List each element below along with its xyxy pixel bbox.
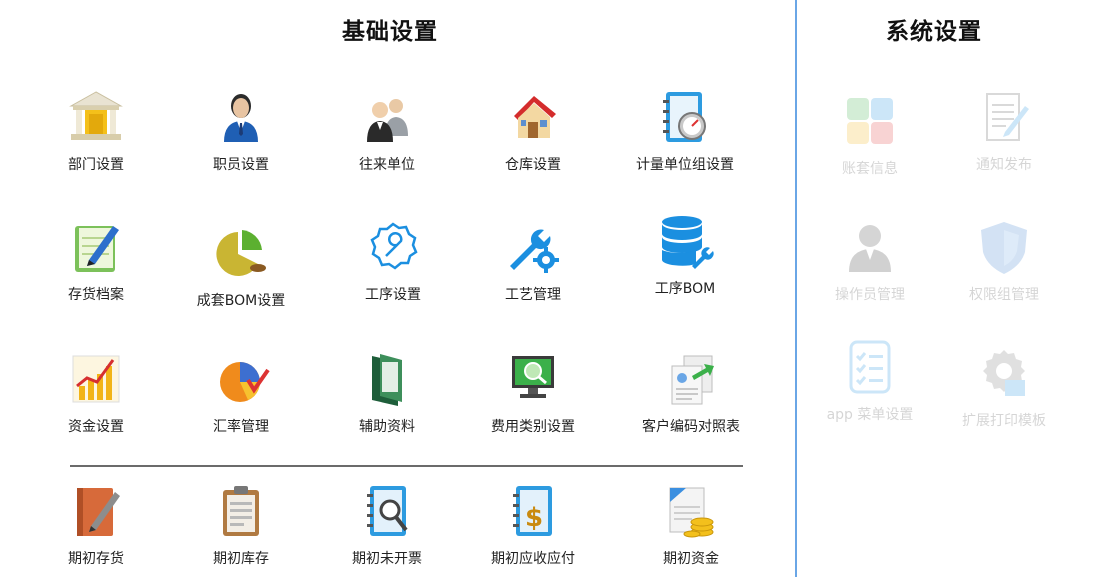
tile-opening-stock[interactable]: 期初存货 [26,482,166,568]
tile-label: 辅助资料 [359,419,415,435]
tile-business-partners[interactable]: 往来单位 [317,88,457,174]
tile-label: 仓库设置 [505,157,561,173]
horizontal-divider [70,465,743,467]
gear-icon [983,350,1025,396]
notepad-pencil-icon [986,93,1029,141]
tile-operator-management[interactable]: 操作员管理 [800,218,940,304]
tile-permission-group-management[interactable]: 权限组管理 [934,218,1074,304]
vertical-divider [795,0,797,577]
wrench-gear-icon [510,229,559,273]
shield-icon [981,222,1027,274]
tile-label: 工序设置 [365,287,421,303]
tile-employee-settings[interactable]: 职员设置 [171,88,311,174]
document-coins-icon [669,487,714,538]
tile-label: 计量单位组设置 [636,157,734,173]
tile-customer-code-mapping[interactable]: 客户编码对照表 [621,350,761,436]
tile-opening-inventory[interactable]: 期初库存 [171,482,311,568]
monitor-search-icon [512,356,554,398]
tile-process-settings[interactable]: 工序设置 [323,218,463,304]
tile-notice-publish[interactable]: 通知发布 [934,88,1074,174]
tile-expense-category-settings[interactable]: 费用类别设置 [463,350,603,436]
tile-app-menu-settings[interactable]: app 菜单设置 [800,338,940,424]
tile-opening-receivable-payable[interactable]: $ 期初应收应付 [463,482,603,568]
tile-label: 期初应收应付 [491,551,575,567]
tile-label: 操作员管理 [835,287,905,303]
tile-bom-kit-settings[interactable]: 成套BOM设置 [171,224,311,310]
tile-label: app 菜单设置 [826,407,914,423]
svg-text:$: $ [525,503,543,533]
tile-label: 期初资金 [663,551,719,567]
tile-label: 权限组管理 [969,287,1039,303]
tile-label: 期初存货 [68,551,124,567]
database-wrench-icon [662,216,714,269]
tile-label: 工序BOM [654,281,716,297]
document-pen-icon [75,226,119,272]
tile-opening-uninvoiced[interactable]: 期初未开票 [317,482,457,568]
tile-unit-group-settings[interactable]: 计量单位组设置 [615,88,755,174]
pie-chart-icon [216,230,266,276]
tile-process-management[interactable]: 工艺管理 [463,218,603,304]
tile-label: 部门设置 [68,157,124,173]
tile-label: 账套信息 [842,161,898,177]
tile-process-bom[interactable]: 工序BOM [615,212,755,298]
tile-warehouse-settings[interactable]: 仓库设置 [463,88,603,174]
notebook-pen-icon [77,488,120,536]
documents-arrow-icon [671,355,714,405]
tile-label: 通知发布 [976,157,1032,173]
tile-label: 费用类别设置 [491,419,575,435]
wrench-gear-outline-icon [370,222,418,270]
tile-label: 往来单位 [359,157,415,173]
pie-check-icon [220,362,270,402]
tile-exchange-rate-management[interactable]: 汇率管理 [171,350,311,436]
system-settings-title: 系统设置 [886,19,982,45]
tile-extended-print-template[interactable]: 扩展打印模板 [934,344,1074,430]
tile-label: 成套BOM设置 [196,293,286,309]
house-warehouse-icon [514,96,556,138]
settings-page: 基础设置 系统设置 部门设置 职员设置 往来单位 仓库设置 计量单位组设置 存货… [0,0,1100,577]
tile-label: 期初未开票 [352,551,422,567]
tile-account-info[interactable]: 账套信息 [800,92,940,178]
tile-label: 工艺管理 [505,287,561,303]
tile-label: 客户编码对照表 [642,419,740,435]
tile-label: 汇率管理 [213,419,269,435]
green-binder-icon [372,354,402,406]
business-people-icon [367,99,408,142]
tile-label: 职员设置 [213,157,269,173]
tile-department-settings[interactable]: 部门设置 [26,88,166,174]
notebook-magnifier-icon [367,486,408,536]
color-tiles-icon [847,98,893,144]
gauge-notebook-icon [663,92,706,142]
tile-opening-funds[interactable]: 期初资金 [621,482,761,568]
tile-label: 存货档案 [68,287,124,303]
tile-label: 资金设置 [68,419,124,435]
bank-building-icon [69,91,123,140]
employee-person-icon [224,94,258,142]
tile-auxiliary-data[interactable]: 辅助资料 [317,350,457,436]
tile-inventory-archive[interactable]: 存货档案 [26,218,166,304]
checklist-icon [849,340,891,394]
clipboard-icon [223,486,259,536]
notebook-dollar-icon: $ [513,486,552,536]
tile-label: 期初库存 [213,551,269,567]
basic-settings-title: 基础设置 [342,19,438,45]
growth-chart-icon [72,355,120,403]
tile-label: 扩展打印模板 [962,413,1046,429]
tile-fund-settings[interactable]: 资金设置 [26,350,166,436]
user-icon [849,225,891,272]
